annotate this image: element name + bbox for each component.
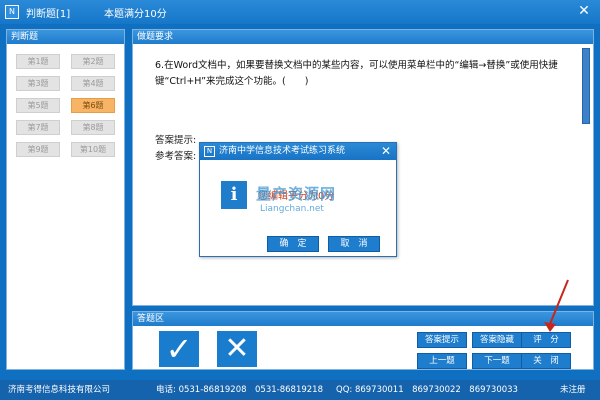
close-button[interactable]: 关 闭 [521, 353, 571, 369]
answer-panel-header: 答题区 [133, 312, 593, 326]
question-button-3[interactable]: 第3题 [16, 76, 60, 91]
question-button-4[interactable]: 第4题 [71, 76, 115, 91]
question-list-panel: 判断题 第1题 第2题 第3题 第4题 第5题 第6题 第7题 第8题 第9题 … [6, 29, 125, 370]
next-question-button[interactable]: 下一题 [472, 353, 522, 369]
question-list-header: 判断题 [7, 30, 124, 44]
phone-numbers: 电话: 0531-86819208 0531-86819218 [156, 385, 323, 395]
cancel-button[interactable]: 取 消 [328, 236, 380, 252]
question-text: 6.在Word文档中，如果要替换文档中的某些内容，可以使用菜单栏中的“编辑→替换… [155, 60, 558, 87]
registration-status: 未注册 [560, 385, 586, 395]
dialog-close-icon[interactable]: ✕ [381, 144, 391, 158]
score-button[interactable]: 评 分 [521, 332, 571, 348]
red-arrow-annotation [544, 279, 569, 332]
cross-icon: ✕ [224, 331, 250, 366]
answer-hint-label: 答案提示: [155, 135, 197, 146]
true-button[interactable]: ✓ [159, 331, 199, 367]
question-button-9[interactable]: 第9题 [16, 142, 60, 157]
check-icon: ✓ [165, 330, 193, 368]
question-button-5[interactable]: 第5题 [16, 98, 60, 113]
question-button-10[interactable]: 第10题 [71, 142, 115, 157]
hide-answer-button[interactable]: 答案隐藏 [472, 332, 522, 348]
dialog-app-icon: N [204, 146, 215, 157]
window-title: 判断题[1] [26, 9, 71, 20]
close-icon[interactable]: ✕ [576, 3, 592, 19]
ok-button[interactable]: 确 定 [267, 236, 319, 252]
info-icon: i [221, 181, 247, 209]
result-dialog: N 济南中学信息技术考试练习系统 ✕ i 您编辑平分为0分 确 定 取 消 [199, 142, 397, 257]
score-info: 本题满分10分 [104, 9, 167, 20]
status-bar: 济南考得信息科技有限公司 电话: 0531-86819208 0531-8681… [0, 380, 600, 400]
dialog-message: 您编辑平分为0分 [258, 191, 335, 202]
scrollbar-thumb[interactable] [582, 48, 590, 124]
dialog-header: N 济南中学信息技术考试练习系统 ✕ [200, 143, 396, 160]
qq-numbers: QQ: 869730011 869730022 869730033 [336, 385, 518, 395]
dialog-title: 济南中学信息技术考试练习系统 [219, 146, 346, 156]
answer-panel: 答题区 ✓ ✕ 答案提示 答案隐藏 评 分 上一题 下一题 关 闭 [132, 311, 594, 370]
question-button-8[interactable]: 第8题 [71, 120, 115, 135]
show-hint-button[interactable]: 答案提示 [417, 332, 467, 348]
app-icon: N [5, 5, 19, 19]
question-button-6-active[interactable]: 第6题 [71, 98, 115, 113]
question-button-1[interactable]: 第1题 [16, 54, 60, 69]
false-button[interactable]: ✕ [217, 331, 257, 367]
company-name: 济南考得信息科技有限公司 [8, 385, 111, 395]
prev-question-button[interactable]: 上一题 [417, 353, 467, 369]
question-panel-header: 做题要求 [133, 30, 593, 44]
question-button-7[interactable]: 第7题 [16, 120, 60, 135]
title-bar: N 判断题[1] 本题满分10分 ✕ [0, 0, 600, 24]
reference-answer-label: 参考答案: [155, 151, 197, 162]
question-button-2[interactable]: 第2题 [71, 54, 115, 69]
